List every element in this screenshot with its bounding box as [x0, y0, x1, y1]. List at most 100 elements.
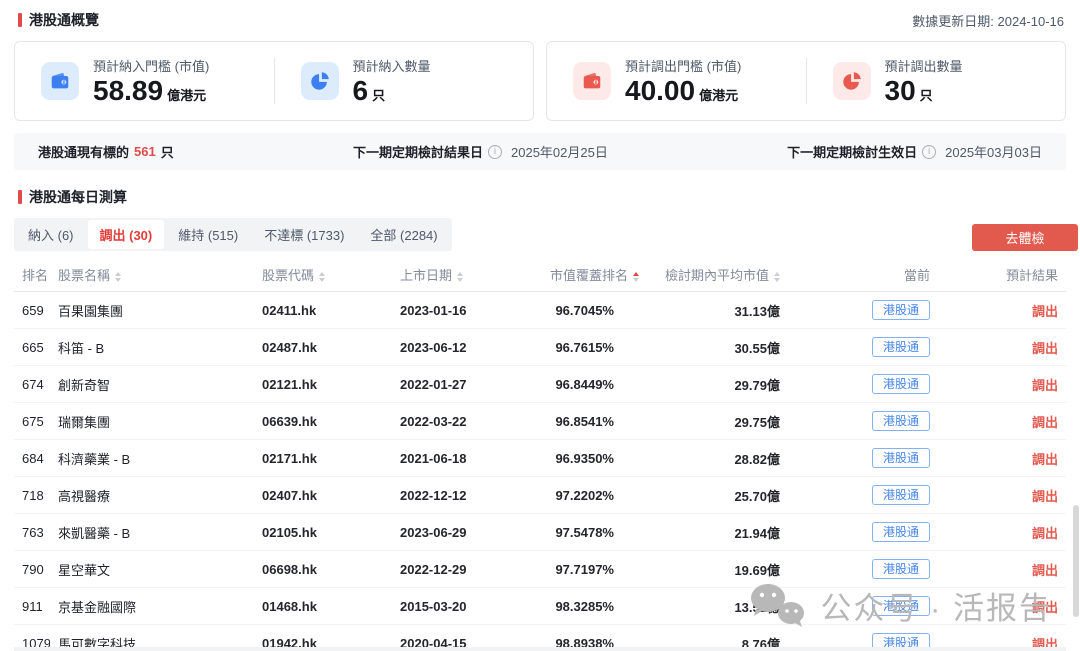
svg-text:¥: ¥: [62, 80, 65, 86]
stock-code-cell: 02105.hk: [254, 514, 392, 551]
tab-all[interactable]: 全部 (2284): [358, 220, 449, 249]
overview-title: 港股通概覽: [18, 10, 99, 30]
inclusion-card: ¥ 預計納入門檻 (市值) 58.89億港元 預計納入數量 6只: [14, 41, 534, 121]
hk-stock-connect-page: 港股通概覽 數據更新日期: 2024-10-16 ¥ 預計納入門檻 (市值) 5…: [0, 0, 1080, 651]
avg-cap-cell: 21.94億: [622, 514, 788, 551]
sort-icon[interactable]: [319, 272, 325, 282]
avg-cap-cell: 29.75億: [622, 403, 788, 440]
stat-value: 58.89億港元: [93, 76, 209, 107]
stock-code-cell: 01468.hk: [254, 588, 392, 625]
stock-name-cell: 來凱醫藥 - B: [50, 514, 254, 551]
pie-chart-icon: [833, 62, 871, 100]
coverage-rank-cell: 97.5478%: [542, 514, 622, 551]
wallet-icon: ¥: [41, 62, 79, 100]
rank-cell: 911: [14, 588, 50, 625]
sort-icon[interactable]: [633, 272, 639, 282]
coverage-rank-cell: 98.3285%: [542, 588, 622, 625]
info-icon[interactable]: i: [922, 145, 936, 159]
current-cell: 港股通: [788, 403, 938, 440]
coverage-rank-cell: 96.7615%: [542, 329, 622, 366]
section-marker: [18, 190, 22, 204]
health-check-button[interactable]: 去體檢: [972, 224, 1078, 251]
sort-icon[interactable]: [457, 272, 463, 282]
stock-name-cell: 創新奇智: [50, 366, 254, 403]
stock-name-cell: 科笛 - B: [50, 329, 254, 366]
list-date-cell: 2022-01-27: [392, 366, 542, 403]
tab-remove[interactable]: 調出 (30): [88, 220, 165, 249]
stat-removal-threshold: ¥ 預計調出門檻 (市值) 40.00億港元: [547, 56, 806, 107]
col-forecast: 預計結果: [938, 259, 1066, 292]
tabs-row: 納入 (6) 調出 (30) 維持 (515) 不達標 (1733) 全部 (2…: [0, 207, 1080, 251]
sort-icon[interactable]: [774, 272, 780, 282]
stock-code-cell: 02121.hk: [254, 366, 392, 403]
col-current: 當前: [788, 259, 938, 292]
forecast-cell: 調出: [938, 588, 1066, 625]
col-coverage-rank[interactable]: 市值覆蓋排名: [542, 259, 622, 292]
table-row[interactable]: 911 京基金融國際 01468.hk 2015-03-20 98.3285% …: [14, 588, 1066, 625]
stock-code-cell: 02411.hk: [254, 292, 392, 329]
sort-icon[interactable]: [115, 272, 121, 282]
avg-cap-cell: 19.69億: [622, 551, 788, 588]
coverage-rank-cell: 96.9350%: [542, 440, 622, 477]
current-cell: 港股通: [788, 329, 938, 366]
col-avg-cap[interactable]: 檢討期內平均市值: [622, 259, 788, 292]
stocks-table: 排名 股票名稱 股票代碼 上市日期 市值覆蓋排名 檢討期內平均市值 當前 預計結…: [14, 259, 1066, 651]
table-row[interactable]: 718 高視醫療 02407.hk 2022-12-12 97.2202% 25…: [14, 477, 1066, 514]
current-cell: 港股通: [788, 588, 938, 625]
current-cell: 港股通: [788, 551, 938, 588]
col-rank: 排名: [14, 259, 50, 292]
section-marker: [18, 13, 22, 27]
forecast-cell: 調出: [938, 477, 1066, 514]
info-icon[interactable]: i: [488, 145, 502, 159]
stat-label: 預計調出數量: [885, 56, 963, 75]
forecast-cell: 調出: [938, 292, 1066, 329]
tab-include[interactable]: 納入 (6): [16, 220, 86, 249]
status-badge: 港股通: [872, 448, 930, 468]
scrollbar-thumb[interactable]: [1073, 505, 1079, 617]
col-list-date[interactable]: 上市日期: [392, 259, 542, 292]
daily-section-header: 港股通每日測算: [0, 170, 1080, 207]
table-row[interactable]: 675 瑞爾集團 06639.hk 2022-03-22 96.8541% 29…: [14, 403, 1066, 440]
status-badge: 港股通: [872, 337, 930, 357]
coverage-rank-cell: 96.8449%: [542, 366, 622, 403]
coverage-rank-cell: 96.8541%: [542, 403, 622, 440]
stock-name-cell: 京基金融國際: [50, 588, 254, 625]
tab-substandard[interactable]: 不達標 (1733): [252, 220, 356, 249]
rank-cell: 790: [14, 551, 50, 588]
col-stock-name[interactable]: 股票名稱: [50, 259, 254, 292]
coverage-rank-cell: 97.2202%: [542, 477, 622, 514]
stock-code-cell: 06639.hk: [254, 403, 392, 440]
stat-label: 預計納入門檻 (市值): [93, 56, 209, 75]
removal-card: ¥ 預計調出門檻 (市值) 40.00億港元 預計調出數量 30只: [546, 41, 1066, 121]
table-row[interactable]: 665 科笛 - B 02487.hk 2023-06-12 96.7615% …: [14, 329, 1066, 366]
tab-maintain[interactable]: 維持 (515): [166, 220, 250, 249]
table-row[interactable]: 659 百果園集團 02411.hk 2023-01-16 96.7045% 3…: [14, 292, 1066, 329]
forecast-cell: 調出: [938, 329, 1066, 366]
avg-cap-cell: 28.82億: [622, 440, 788, 477]
effective-date-info: 下一期定期檢討生效日 i 2025年03月03日: [787, 142, 1042, 161]
list-date-cell: 2023-06-12: [392, 329, 542, 366]
status-badge: 港股通: [872, 374, 930, 394]
avg-cap-cell: 31.13億: [622, 292, 788, 329]
status-badge: 港股通: [872, 559, 930, 579]
list-date-cell: 2022-03-22: [392, 403, 542, 440]
avg-cap-cell: 13.52億: [622, 588, 788, 625]
table-row[interactable]: 763 來凱醫藥 - B 02105.hk 2023-06-29 97.5478…: [14, 514, 1066, 551]
wallet-icon: ¥: [573, 62, 611, 100]
result-date-value: 2025年02月25日: [511, 142, 608, 161]
table-row[interactable]: 684 科濟藥業 - B 02171.hk 2021-06-18 96.9350…: [14, 440, 1066, 477]
list-date-cell: 2022-12-29: [392, 551, 542, 588]
effective-date-value: 2025年03月03日: [945, 142, 1042, 161]
stock-code-cell: 02487.hk: [254, 329, 392, 366]
stock-code-cell: 06698.hk: [254, 551, 392, 588]
pie-chart-icon: [301, 62, 339, 100]
table-row[interactable]: 790 星空華文 06698.hk 2022-12-29 97.7197% 19…: [14, 551, 1066, 588]
coverage-rank-cell: 97.7197%: [542, 551, 622, 588]
table-row[interactable]: 674 創新奇智 02121.hk 2022-01-27 96.8449% 29…: [14, 366, 1066, 403]
review-info-bar: 港股通現有標的 561 只 下一期定期檢討結果日 i 2025年02月25日 下…: [14, 133, 1066, 170]
rank-cell: 718: [14, 477, 50, 514]
stat-label: 預計調出門檻 (市值): [625, 56, 741, 75]
rank-cell: 659: [14, 292, 50, 329]
col-stock-code[interactable]: 股票代碼: [254, 259, 392, 292]
stock-code-cell: 02407.hk: [254, 477, 392, 514]
